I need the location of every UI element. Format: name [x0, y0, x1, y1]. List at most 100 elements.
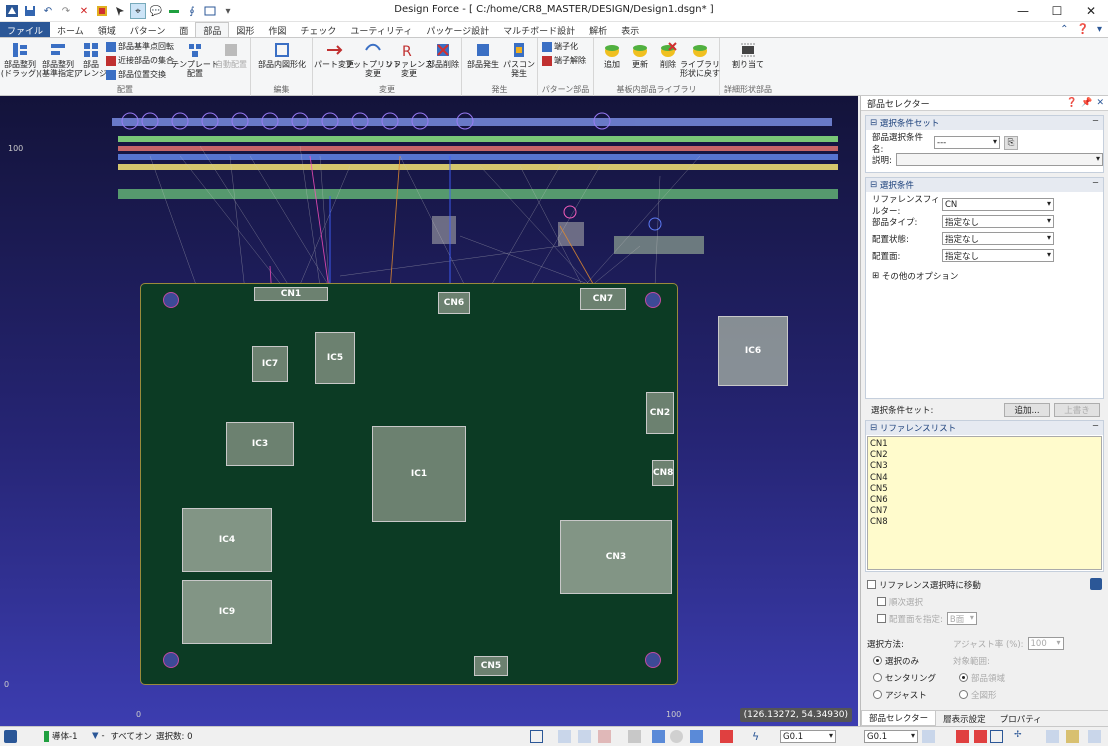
help-icon[interactable]: ❓	[1066, 98, 1077, 108]
sequential-checkbox[interactable]	[877, 597, 886, 606]
placement-state-dropdown[interactable]: 指定なし	[942, 232, 1054, 245]
collapse-ribbon-icon[interactable]: ⌃	[1060, 24, 1068, 35]
grid-icon[interactable]	[558, 730, 571, 743]
part-generate-button[interactable]: 部品発生	[466, 41, 500, 69]
method-adjust[interactable]: アジャスト	[861, 686, 947, 703]
method-centering[interactable]: センタリング	[861, 669, 947, 686]
component-ic5[interactable]: IC5	[315, 332, 355, 384]
component-cn6[interactable]: CN6	[438, 292, 470, 314]
part-type-dropdown[interactable]: 指定なし	[942, 215, 1054, 228]
layer-view-icon[interactable]	[652, 730, 665, 743]
terminal-button[interactable]: 端子化	[542, 41, 578, 52]
library-add-button[interactable]: 追加	[598, 41, 626, 69]
grid-size-dropdown-2[interactable]: G0.1	[864, 730, 918, 743]
tab-pattern[interactable]: パターン	[123, 22, 173, 38]
component-cn5[interactable]: CN5	[474, 656, 508, 676]
expand-icon[interactable]: ⊟	[870, 423, 880, 433]
board-view-icon[interactable]	[690, 730, 703, 743]
move-on-select-checkbox[interactable]	[867, 580, 876, 589]
edit-condition-set-button[interactable]: ⎘	[1004, 135, 1018, 150]
display-icon[interactable]	[670, 730, 683, 743]
list-item[interactable]: CN5	[870, 484, 1099, 495]
outline-button[interactable]: 部品内図形化	[257, 41, 307, 69]
list-item[interactable]: CN6	[870, 495, 1099, 506]
overwrite-button[interactable]: 上書き	[1054, 402, 1100, 417]
tab-drawing[interactable]: 作図	[261, 22, 293, 38]
tab-file[interactable]: ファイル	[0, 22, 51, 38]
reference-filter-dropdown[interactable]: CN	[942, 198, 1054, 211]
maximize-button[interactable]: ☐	[1040, 0, 1074, 22]
component-ic7[interactable]: IC7	[252, 346, 288, 382]
settings-icon[interactable]	[1066, 730, 1079, 743]
adjust-rate-stepper[interactable]: 100	[1027, 637, 1064, 650]
component-ic4[interactable]: IC4	[182, 508, 272, 572]
panel-toggle-icon[interactable]	[1088, 730, 1101, 743]
tab-component[interactable]: 部品	[195, 22, 230, 38]
design-canvas[interactable]: CN1 CN6 CN7 IC6 IC7 IC5 CN2 IC3 IC1 CN8 …	[0, 96, 858, 726]
arrange-drag-button[interactable]: 部品整列 (ドラッグ)	[1, 41, 39, 78]
component-cn8[interactable]: CN8	[652, 460, 674, 486]
component-cn2[interactable]: CN2	[646, 392, 674, 434]
stop-icon[interactable]	[956, 730, 969, 743]
radio-all-shapes[interactable]	[959, 690, 968, 699]
collapse-icon[interactable]: −	[1092, 178, 1099, 188]
tab-area[interactable]: 領域	[91, 22, 123, 38]
help-icon[interactable]: ❓	[1077, 24, 1089, 35]
move-icon[interactable]: ✢	[1014, 730, 1027, 743]
cut-icon[interactable]	[628, 730, 641, 743]
part-delete-button[interactable]: 部品削除	[425, 41, 461, 69]
collapse-icon[interactable]: −	[1092, 116, 1099, 126]
side-dropdown[interactable]: B面	[946, 612, 977, 625]
component-ic6[interactable]: IC6	[718, 316, 788, 386]
pin-icon[interactable]: 📌	[1081, 98, 1092, 108]
list-item[interactable]: CN4	[870, 473, 1099, 484]
component-ic1[interactable]: IC1	[372, 426, 466, 522]
radio-part-area[interactable]	[959, 673, 968, 682]
filter-status[interactable]: ▼ - すべてオン	[92, 730, 152, 742]
add-button[interactable]: 追加...	[1004, 402, 1050, 417]
list-item[interactable]: CN3	[870, 461, 1099, 472]
tab-shape[interactable]: 図形	[229, 22, 261, 38]
component-cn3[interactable]: CN3	[560, 520, 672, 594]
tab-layer-display[interactable]: 層表示設定	[936, 711, 993, 726]
placement-side-dropdown[interactable]: 指定なし	[942, 249, 1054, 262]
library-delete-button[interactable]: 削除	[654, 41, 682, 69]
reference-change-button[interactable]: R リファレンス 変更	[385, 41, 433, 78]
library-update-button[interactable]: 更新	[626, 41, 654, 69]
navigate-icon[interactable]	[1090, 578, 1102, 590]
close-button[interactable]: ✕	[1074, 0, 1108, 22]
corner-icon[interactable]	[990, 730, 1003, 743]
unterminal-button[interactable]: 端子解除	[542, 55, 586, 66]
description-field[interactable]	[895, 153, 1103, 166]
reference-list[interactable]: CN1 CN2 CN3 CN4 CN5 CN6 CN7 CN8	[867, 436, 1102, 570]
mode-icon[interactable]	[4, 730, 17, 743]
tab-view[interactable]: 表示	[614, 22, 646, 38]
tab-multiboard-design[interactable]: マルチボード設計	[496, 22, 582, 38]
template-placement-button[interactable]: テンプレート 配置	[171, 41, 219, 78]
list-item[interactable]: CN1	[870, 439, 1099, 450]
help-dropdown-icon[interactable]: ▾	[1097, 24, 1102, 35]
route-icon[interactable]: ϟ	[752, 730, 765, 743]
specify-side-checkbox[interactable]	[877, 614, 886, 623]
tab-home[interactable]: ホーム	[50, 22, 91, 38]
drc-icon[interactable]	[598, 730, 611, 743]
swap-button[interactable]: 部品位置交換	[106, 69, 166, 80]
snap-icon[interactable]	[530, 730, 543, 743]
condition-set-name-dropdown[interactable]: ---	[934, 136, 1000, 149]
arrange-button[interactable]: 部品 アレンジ	[75, 41, 107, 78]
component-ic3[interactable]: IC3	[226, 422, 294, 466]
tab-surface[interactable]: 面	[172, 22, 195, 38]
list-item[interactable]: CN8	[870, 517, 1099, 528]
move-on-select-option[interactable]: リファレンス選択時に移動	[861, 576, 1108, 593]
tab-component-selector[interactable]: 部品セレクター	[861, 711, 937, 726]
snap-settings-icon[interactable]	[922, 730, 935, 743]
list-item[interactable]: CN7	[870, 506, 1099, 517]
grid-size-dropdown-1[interactable]: G0.1	[780, 730, 836, 743]
layout-icon[interactable]	[1046, 730, 1059, 743]
bypass-generate-button[interactable]: パスコン 発生	[502, 41, 536, 78]
close-icon[interactable]: ✕	[1096, 98, 1104, 108]
lock-icon[interactable]	[974, 730, 987, 743]
near-set-button[interactable]: 近接部品の集合	[106, 55, 174, 66]
list-item[interactable]: CN2	[870, 450, 1099, 461]
tab-package-design[interactable]: パッケージ設計	[419, 22, 496, 38]
